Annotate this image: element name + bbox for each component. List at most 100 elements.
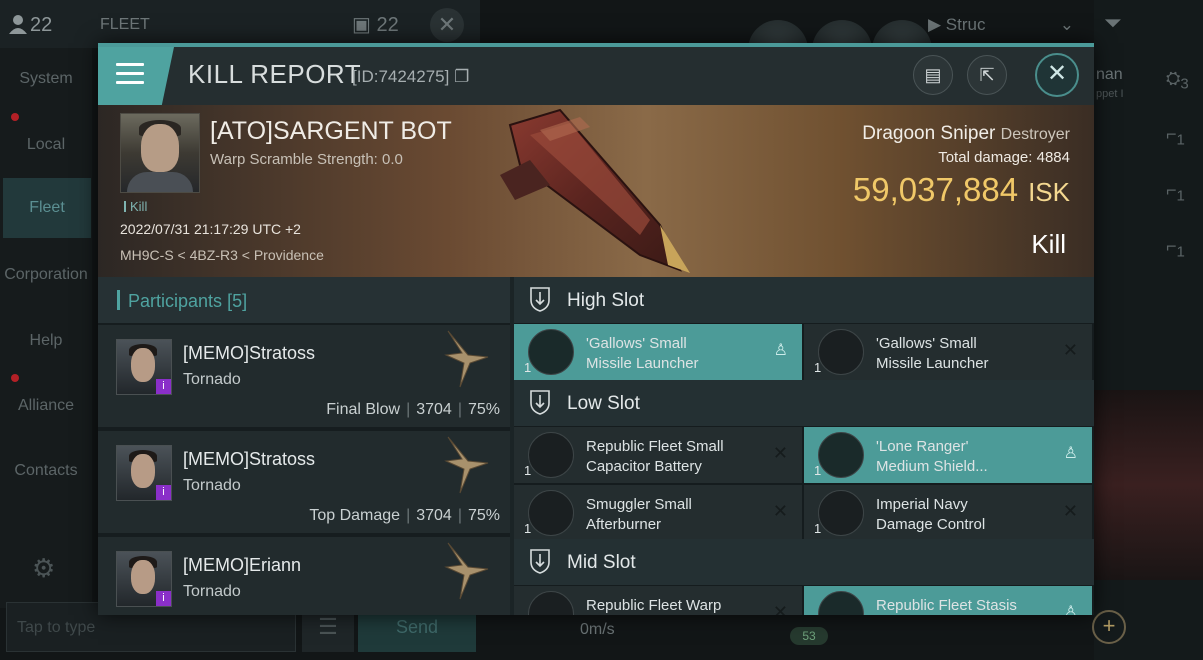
user-icon [8, 14, 30, 34]
timestamp: 2022/07/31 21:17:29 UTC +2 [120, 221, 301, 237]
destroyed-icon: ✕ [1062, 340, 1078, 360]
stasis-webifier-icon [818, 591, 864, 615]
victim-banner: [ATO]SARGENT BOT Warp Scramble Strength:… [98, 105, 1094, 277]
result-label: Kill [1031, 229, 1066, 259]
drone-icon[interactable]: ⌐1 [1166, 180, 1185, 205]
isk-value: 59,037,884 ISK [852, 171, 1070, 208]
drone-icon[interactable]: ⛭3 [1166, 68, 1189, 93]
modal-header: KILL REPORT [ID:7424275] ❐ ▤ ⇱ ✕ [98, 47, 1094, 105]
destroyed-icon: ✕ [772, 501, 788, 521]
participant-card[interactable]: i [MEMO]Stratoss Tornado Final Blow | 3704… [98, 325, 510, 427]
module-item[interactable]: 1 Republic Fleet Stasis ♙ [804, 586, 1092, 615]
share-icon[interactable]: ⇱ [967, 55, 1007, 95]
capacitor-battery-icon [528, 432, 574, 478]
online-count[interactable]: 22 [8, 14, 52, 37]
person-icon: ♙ [1063, 604, 1078, 615]
play-icon: ▶ [928, 15, 946, 34]
sidebar-item-fleet[interactable]: Fleet [3, 178, 91, 238]
chevron-down-icon: ⌄ [1059, 15, 1074, 34]
menu-button[interactable] [98, 47, 174, 105]
module-item[interactable]: 1 'Gallows' Small Missile Launcher ✕ [804, 324, 1092, 380]
sidebar-item-contacts[interactable]: Contacts [0, 462, 92, 480]
sidebar-item-corporation[interactable]: Corporation [0, 266, 92, 284]
shield-icon [818, 432, 864, 478]
participant-name: [MEMO]Eriann [183, 555, 302, 575]
sidebar-item-help[interactable]: Help [0, 332, 92, 350]
person-icon: ♙ [1063, 445, 1078, 462]
modal-title: KILL REPORT [188, 59, 362, 89]
kill-report-modal: KILL REPORT [ID:7424275] ❐ ▤ ⇱ ✕ [ATO]SA… [98, 43, 1094, 615]
sidebar-item-local[interactable]: Local [0, 136, 92, 154]
module-badge: 53 [790, 627, 828, 645]
chat-sidebar [0, 48, 92, 608]
damage-control-icon [818, 490, 864, 536]
corp-badge-icon: i [156, 485, 171, 500]
drone-icon[interactable]: ⌐1 [1166, 236, 1185, 261]
filter-icon[interactable]: ⏷ [1104, 10, 1122, 36]
afterburner-icon [528, 490, 574, 536]
fleet-close-icon[interactable]: ✕ [430, 8, 464, 42]
participants-panel[interactable]: Participants [5] i [MEMO]Stratoss Tornad… [98, 277, 510, 615]
sidebar-item-system[interactable]: System [0, 70, 92, 88]
participant-ship: Tornado [183, 477, 241, 494]
slot-icon [530, 287, 550, 312]
total-damage: Total damage: 4884 [938, 149, 1070, 166]
slot-icon [530, 390, 550, 415]
module-item[interactable]: 1 'Gallows' Small Missile Launcher ♙ [514, 324, 802, 380]
module-item[interactable]: 1 'Lone Ranger' Medium Shield... ♙ [804, 427, 1092, 483]
structure-filter[interactable]: ▶ Struc ⌄ [928, 8, 1088, 42]
corp-badge-icon: i [156, 379, 171, 394]
person-icon: ♙ [773, 342, 788, 359]
participant-card[interactable]: i [MEMO]Eriann Tornado [98, 537, 510, 615]
document-icon[interactable]: ▤ [913, 55, 953, 95]
participant-card[interactable]: i [MEMO]Stratoss Tornado Top Damage | 3704… [98, 431, 510, 533]
sidebar-item-alliance[interactable]: Alliance [0, 397, 92, 415]
module-item[interactable]: 1 Smuggler Small Afterburner ✕ [514, 485, 802, 541]
drone-icon[interactable]: ⌐1 [1166, 124, 1185, 149]
speed-readout: 0m/s [580, 621, 615, 638]
background-topbar [0, 0, 480, 48]
high-slot-header: High Slot [514, 277, 1094, 323]
warp-disruptor-icon [528, 591, 574, 615]
fleet-label: FLEET [100, 16, 150, 33]
fitting-panel[interactable]: High Slot 1 'Gallows' Small Missile Launc… [514, 277, 1094, 615]
participant-name: [MEMO]Stratoss [183, 343, 316, 363]
missile-launcher-icon [818, 329, 864, 375]
participant-avatar: i [116, 339, 172, 395]
add-icon[interactable]: + [1092, 610, 1126, 644]
participant-avatar: i [116, 551, 172, 607]
participant-stats: Final Blow | 3704 | 75% [326, 401, 500, 418]
overview-name: nan [1096, 66, 1123, 83]
ship-icon [444, 436, 489, 494]
overview-sub: ppet I [1096, 88, 1124, 100]
module-item[interactable]: 1 Republic Fleet Warp ✕ [514, 586, 802, 615]
kill-id[interactable]: [ID:7424275] ❐ [352, 67, 469, 87]
destroyed-icon: ✕ [772, 443, 788, 463]
victim-portrait[interactable] [120, 113, 200, 193]
destroyed-icon: ✕ [1062, 501, 1078, 521]
module-item[interactable]: 1 Republic Fleet Small Capacitor Battery … [514, 427, 802, 483]
destroyed-icon: ✕ [772, 602, 788, 615]
victim-name[interactable]: [ATO]SARGENT BOT [210, 117, 452, 146]
unread-dot [11, 113, 19, 121]
copy-icon[interactable]: ❐ [454, 67, 469, 86]
gear-icon[interactable]: ⚙ [32, 553, 55, 584]
low-slot-header: Low Slot [514, 380, 1094, 426]
mid-slot-header: Mid Slot [514, 539, 1094, 585]
close-icon[interactable]: ✕ [1035, 53, 1079, 97]
location: MH9C-S < 4BZ-R3 < Providence [120, 247, 324, 263]
missile-launcher-icon [528, 329, 574, 375]
participants-header: Participants [5] [98, 277, 510, 323]
fleet-count[interactable]: ▣ 22 [352, 12, 399, 37]
unread-dot [11, 374, 19, 382]
participant-ship: Tornado [183, 583, 241, 600]
victim-ship-image[interactable] [490, 105, 700, 277]
victim-ship[interactable]: Dragoon Sniper Destroyer [862, 123, 1070, 145]
participant-ship: Tornado [183, 371, 241, 388]
corp-badge-icon: i [156, 591, 171, 606]
participant-name: [MEMO]Stratoss [183, 449, 316, 469]
module-item[interactable]: 1 Imperial Navy Damage Control ✕ [804, 485, 1092, 541]
ship-icon [444, 330, 489, 388]
slot-icon [530, 549, 550, 574]
ship-icon [444, 542, 489, 600]
